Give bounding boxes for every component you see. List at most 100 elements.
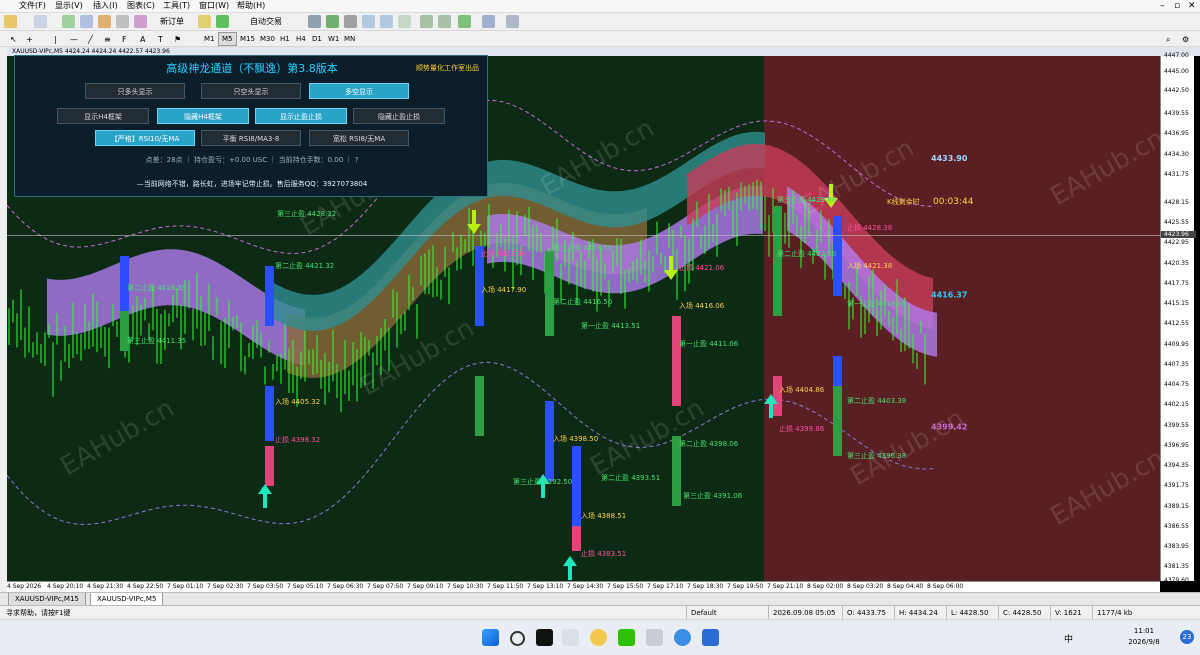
- file-explorer-icon[interactable]: [646, 629, 663, 646]
- line-chart-icon[interactable]: [344, 15, 357, 28]
- time-tick: 7 Sep 19:50: [727, 583, 764, 590]
- tile-windows-icon[interactable]: [398, 15, 411, 28]
- show-h4-frame-button[interactable]: 显示H4框架: [57, 108, 149, 124]
- price-tick: 4409.95: [1164, 340, 1189, 348]
- menu-window[interactable]: 窗口(W): [196, 0, 232, 12]
- menu-view[interactable]: 显示(V): [52, 0, 86, 12]
- fibonacci-icon[interactable]: F: [120, 33, 129, 46]
- time-tick: 8 Sep 04:40: [887, 583, 924, 590]
- text-tool-icon[interactable]: A: [138, 33, 147, 46]
- horizontal-line-icon[interactable]: —: [68, 33, 80, 46]
- menu-file[interactable]: 文件(F): [16, 0, 49, 12]
- price-tick: 4396.95: [1164, 441, 1189, 449]
- long-short-button[interactable]: 多空显示: [309, 83, 409, 99]
- drawing-toolbar: ↖ + | — ╱ ≡ F A T ⚑ M1 M5 M15 M30 H1 H4 …: [0, 31, 1200, 47]
- menu-chart[interactable]: 图表(C): [124, 0, 158, 12]
- search-icon[interactable]: [510, 631, 525, 646]
- signal-label: 第一止盈 4411.06: [679, 339, 739, 348]
- loose-mode-button[interactable]: 宽松 RSI8/无MA: [309, 130, 409, 146]
- time-tick: 7 Sep 11:50: [487, 583, 524, 590]
- terminal-icon[interactable]: [116, 15, 129, 28]
- signal-label: 止损 4428.38: [847, 223, 892, 232]
- search-icon[interactable]: ⌕: [1164, 33, 1172, 46]
- status-open: O: 4433.75: [842, 606, 897, 620]
- auto-trading-button[interactable]: 自动交易: [248, 15, 284, 28]
- status-volume: V: 1621: [1050, 606, 1093, 620]
- chart-window[interactable]: XAUUSD-VIPc,M5 4424.24 4424.24 4422.57 4…: [7, 47, 1200, 593]
- wechat-icon[interactable]: [618, 629, 635, 646]
- show-tp-sl-button[interactable]: 显示止盈止损: [255, 108, 347, 124]
- price-tick: 4425.55: [1164, 219, 1189, 227]
- tester-icon[interactable]: [134, 15, 147, 28]
- price-tick: 4431.75: [1164, 170, 1189, 178]
- balanced-mode-button[interactable]: 平衡 RSI8/MA3-8: [201, 130, 301, 146]
- candle-chart-icon[interactable]: [326, 15, 339, 28]
- price-tick: 4445.00: [1164, 67, 1189, 75]
- time-tick: 7 Sep 18:30: [687, 583, 724, 590]
- app-icon[interactable]: [674, 629, 691, 646]
- restore-icon[interactable]: ▫: [1174, 0, 1180, 12]
- zoom-out-icon[interactable]: [380, 15, 393, 28]
- qq-icon[interactable]: [590, 629, 607, 646]
- trendline-icon[interactable]: ╱: [86, 33, 95, 46]
- menu-insert[interactable]: 插入(I): [90, 0, 121, 12]
- autoscroll-icon[interactable]: [438, 15, 451, 28]
- signal-bar: [672, 316, 681, 406]
- tradingview-icon[interactable]: [536, 629, 553, 646]
- signal-label: 第三止盈 4423.50: [553, 243, 612, 252]
- ime-indicator[interactable]: 中: [1064, 632, 1073, 645]
- crosshair-icon[interactable]: +: [24, 33, 35, 46]
- profiles-icon[interactable]: [34, 15, 47, 28]
- chart-shift-icon[interactable]: [420, 15, 433, 28]
- strict-mode-button[interactable]: 【严格】RSI10/无MA: [95, 130, 195, 146]
- short-only-button[interactable]: 只空头显示: [201, 83, 301, 99]
- menu-help[interactable]: 帮助(H): [234, 0, 268, 12]
- signal-label: 第二止盈 4418.35: [127, 283, 186, 292]
- market-watch-icon[interactable]: [62, 15, 75, 28]
- auto-trading-icon[interactable]: [216, 15, 229, 28]
- start-icon[interactable]: [482, 629, 499, 646]
- zoom-in-icon[interactable]: [362, 15, 375, 28]
- indicators-icon[interactable]: [458, 15, 471, 28]
- system-clock[interactable]: 11:01 2026/9/8: [1122, 626, 1166, 648]
- time-tick: 7 Sep 07:50: [367, 583, 404, 590]
- new-order-button[interactable]: 新订单: [158, 15, 186, 28]
- notification-badge[interactable]: 23: [1180, 630, 1194, 644]
- vt-app-icon[interactable]: [562, 629, 579, 646]
- vertical-line-icon[interactable]: |: [52, 33, 59, 46]
- panel-subtitle: 顺势量化工作室出品: [416, 64, 479, 72]
- signal-bar: [773, 206, 782, 316]
- vt-app-2-icon[interactable]: [702, 629, 719, 646]
- cursor-icon[interactable]: ↖: [8, 33, 19, 46]
- status-bar: 寻求帮助，请按F1键 Default 2026.09.08 05:05 O: 4…: [0, 605, 1200, 620]
- templates-icon[interactable]: [506, 15, 519, 28]
- timeframe-m1[interactable]: M1: [200, 32, 219, 46]
- periods-icon[interactable]: [482, 15, 495, 28]
- time-tick: 8 Sep 03:20: [847, 583, 884, 590]
- navigator-icon[interactable]: [98, 15, 111, 28]
- price-tick: 4399.55: [1164, 421, 1189, 429]
- metaeditor-icon[interactable]: [198, 15, 211, 28]
- menu-tools[interactable]: 工具(T): [160, 0, 193, 12]
- data-window-icon[interactable]: [80, 15, 93, 28]
- timeframe-mn[interactable]: MN: [340, 32, 359, 46]
- signal-label: 第三止盈 4391.06: [683, 491, 743, 500]
- signal-label: 第二止盈 4403.38: [847, 396, 906, 405]
- new-chart-icon[interactable]: [4, 15, 17, 28]
- settings-icon[interactable]: ⚙: [1180, 33, 1191, 46]
- long-only-button[interactable]: 只多头显示: [85, 83, 185, 99]
- arrow-tool-icon[interactable]: ⚑: [172, 33, 183, 46]
- time-tick: 4 Sep 20:10: [47, 583, 84, 590]
- close-icon[interactable]: ✕: [1188, 0, 1196, 12]
- signal-bar: [572, 526, 581, 551]
- minimize-icon[interactable]: –: [1160, 0, 1165, 12]
- taskbar: 中 11:01 2026/9/8 23: [0, 619, 1200, 655]
- current-price-label: 4423.96: [1161, 231, 1196, 239]
- label-tool-icon[interactable]: T: [156, 33, 165, 46]
- hide-tp-sl-button[interactable]: 隐藏止盈止损: [353, 108, 445, 124]
- countdown-timer: 00:03:44: [933, 197, 974, 207]
- bar-chart-icon[interactable]: [308, 15, 321, 28]
- timeframe-m5[interactable]: M5: [218, 32, 237, 46]
- hide-h4-frame-button[interactable]: 隐藏H4框架: [157, 108, 249, 124]
- channel-icon[interactable]: ≡: [102, 33, 113, 46]
